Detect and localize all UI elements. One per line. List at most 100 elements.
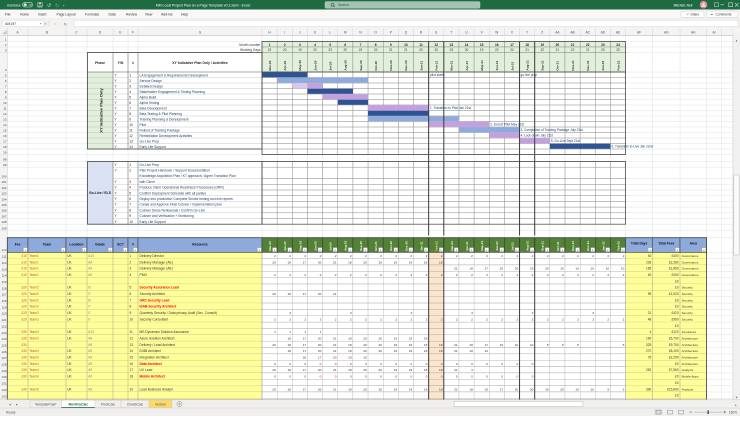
svg-text:GRC Security Lead: GRC Security Lead bbox=[140, 298, 170, 302]
svg-text:18: 18 bbox=[3, 145, 7, 149]
svg-text:2: 2 bbox=[365, 317, 367, 321]
svg-text:Dec-21: Dec-21 bbox=[586, 241, 590, 251]
svg-text:Apr-20: Apr-20 bbox=[283, 61, 287, 71]
svg-text:#: # bbox=[132, 243, 134, 247]
svg-text:TemplatePoaP: TemplatePoaP bbox=[35, 402, 57, 406]
svg-text:0: 0 bbox=[274, 362, 276, 366]
svg-text:Architecture: Architecture bbox=[682, 349, 699, 353]
svg-text:#: # bbox=[132, 61, 134, 65]
svg-text:Month number: Month number bbox=[239, 43, 261, 47]
svg-text:18: 18 bbox=[424, 343, 428, 347]
svg-text:S: S bbox=[435, 30, 437, 34]
svg-text:Feb-21: Feb-21 bbox=[435, 241, 439, 251]
svg-text:20: 20 bbox=[601, 48, 605, 52]
svg-text:↗: ↗ bbox=[686, 13, 689, 17]
svg-text:22: 22 bbox=[313, 48, 317, 52]
svg-text:24: 24 bbox=[616, 43, 620, 47]
svg-text:2: 2 bbox=[289, 317, 291, 321]
svg-text:5: 5 bbox=[547, 343, 549, 347]
svg-text:Team1: Team1 bbox=[29, 267, 39, 271]
svg-text:2: 2 bbox=[471, 273, 473, 277]
svg-text:Produce Client Operational Rea: Produce Client Operational Readiness Pro… bbox=[140, 186, 224, 190]
svg-text:10: 10 bbox=[560, 267, 564, 271]
svg-text:Beta Testing & Pilot Planning: Beta Testing & Pilot Planning bbox=[140, 112, 182, 116]
svg-text:22: 22 bbox=[359, 48, 363, 52]
svg-text:23: 23 bbox=[601, 43, 605, 47]
svg-text:6: 6 bbox=[129, 197, 131, 201]
svg-text:Nov-21: Nov-21 bbox=[571, 60, 575, 71]
svg-text:2: 2 bbox=[562, 254, 564, 258]
svg-text:5: 5 bbox=[607, 387, 609, 391]
svg-text:↺: ↺ bbox=[47, 3, 51, 9]
svg-text:13: 13 bbox=[129, 139, 133, 143]
svg-text:SC?: SC? bbox=[117, 243, 124, 247]
svg-text:Mobile Architect: Mobile Architect bbox=[140, 375, 166, 379]
svg-text:270: 270 bbox=[646, 349, 652, 353]
svg-text:Alpha Build: Alpha Build bbox=[140, 95, 157, 99]
svg-text:↻: ↻ bbox=[55, 3, 59, 9]
svg-text:3: 3 bbox=[592, 311, 594, 315]
svg-text:103: 103 bbox=[1, 192, 6, 196]
svg-text:£1,520: £1,520 bbox=[669, 292, 679, 296]
svg-text:Help: Help bbox=[181, 12, 188, 16]
svg-text:Total Fees: Total Fees bbox=[658, 242, 674, 246]
svg-text:fx: fx bbox=[64, 22, 67, 26]
svg-text:0: 0 bbox=[320, 375, 322, 379]
svg-text:1: 1 bbox=[289, 330, 291, 334]
svg-text:Mar-20: Mar-20 bbox=[268, 60, 272, 70]
svg-text:Early Life Support: Early Life Support bbox=[140, 145, 166, 149]
svg-text:10: 10 bbox=[575, 267, 579, 271]
svg-text:2: 2 bbox=[607, 254, 609, 258]
svg-text:48: 48 bbox=[648, 317, 652, 321]
svg-text:3: 3 bbox=[289, 311, 291, 315]
svg-text:2: 2 bbox=[547, 254, 549, 258]
svg-text:126: 126 bbox=[1, 350, 6, 354]
svg-text:Security: Security bbox=[682, 305, 694, 309]
svg-text:2: 2 bbox=[410, 254, 412, 258]
svg-text:18: 18 bbox=[424, 368, 428, 372]
svg-text:19: 19 bbox=[394, 260, 398, 264]
svg-text:1: 1 bbox=[269, 43, 271, 47]
svg-text:19: 19 bbox=[530, 267, 534, 271]
svg-text:19: 19 bbox=[3, 150, 7, 154]
svg-text:22: 22 bbox=[571, 48, 575, 52]
svg-text:8: 8 bbox=[130, 305, 132, 309]
svg-text:21: 21 bbox=[333, 368, 337, 372]
svg-text:20: 20 bbox=[378, 368, 382, 372]
svg-text:Delivery Manager (AE): Delivery Manager (AE) bbox=[140, 267, 173, 271]
svg-text:2: 2 bbox=[289, 273, 291, 277]
svg-text:Team1: Team1 bbox=[29, 260, 39, 264]
svg-text:AM197: AM197 bbox=[5, 22, 16, 26]
svg-text:10: 10 bbox=[484, 349, 488, 353]
svg-text:15: 15 bbox=[480, 43, 484, 47]
svg-text:Jul-20: Jul-20 bbox=[328, 61, 332, 70]
svg-text:4: 4 bbox=[130, 273, 132, 277]
svg-text:Azure Solution Architect: Azure Solution Architect bbox=[140, 336, 175, 340]
svg-text:3: 3 bbox=[471, 368, 473, 372]
svg-text:18: 18 bbox=[439, 260, 443, 264]
svg-text:18: 18 bbox=[288, 292, 292, 296]
svg-text:Create and Approve Final Cutov: Create and Approve Final Cutover / Imple… bbox=[140, 203, 222, 207]
svg-text:0: 0 bbox=[304, 362, 306, 366]
svg-text:7: 7 bbox=[360, 43, 362, 47]
svg-text:12: 12 bbox=[3, 112, 7, 116]
svg-text:17: 17 bbox=[303, 349, 307, 353]
svg-text:7: 7 bbox=[129, 203, 131, 207]
svg-text:17: 17 bbox=[484, 267, 488, 271]
svg-text:7: 7 bbox=[129, 106, 131, 110]
svg-text:2: 2 bbox=[532, 273, 534, 277]
svg-text:Mobile Apps: Mobile Apps bbox=[682, 375, 699, 379]
svg-text:185: 185 bbox=[646, 267, 652, 271]
svg-text:UX Lead: UX Lead bbox=[140, 368, 153, 372]
svg-text:120: 120 bbox=[1, 312, 6, 316]
svg-text:22: 22 bbox=[495, 48, 499, 52]
svg-text:21: 21 bbox=[454, 267, 458, 271]
svg-text:A9: A9 bbox=[88, 336, 92, 340]
svg-text:Cutover and Verification + Mon: Cutover and Verification + Monitoring bbox=[140, 214, 194, 218]
svg-text:20: 20 bbox=[530, 387, 534, 391]
svg-text:Architecture: Architecture bbox=[682, 343, 699, 347]
svg-text:Mar-21: Mar-21 bbox=[450, 241, 454, 251]
svg-text:252: 252 bbox=[646, 368, 652, 372]
svg-text:£2,280: £2,280 bbox=[669, 260, 679, 264]
svg-text:Working Days: Working Days bbox=[240, 48, 261, 52]
